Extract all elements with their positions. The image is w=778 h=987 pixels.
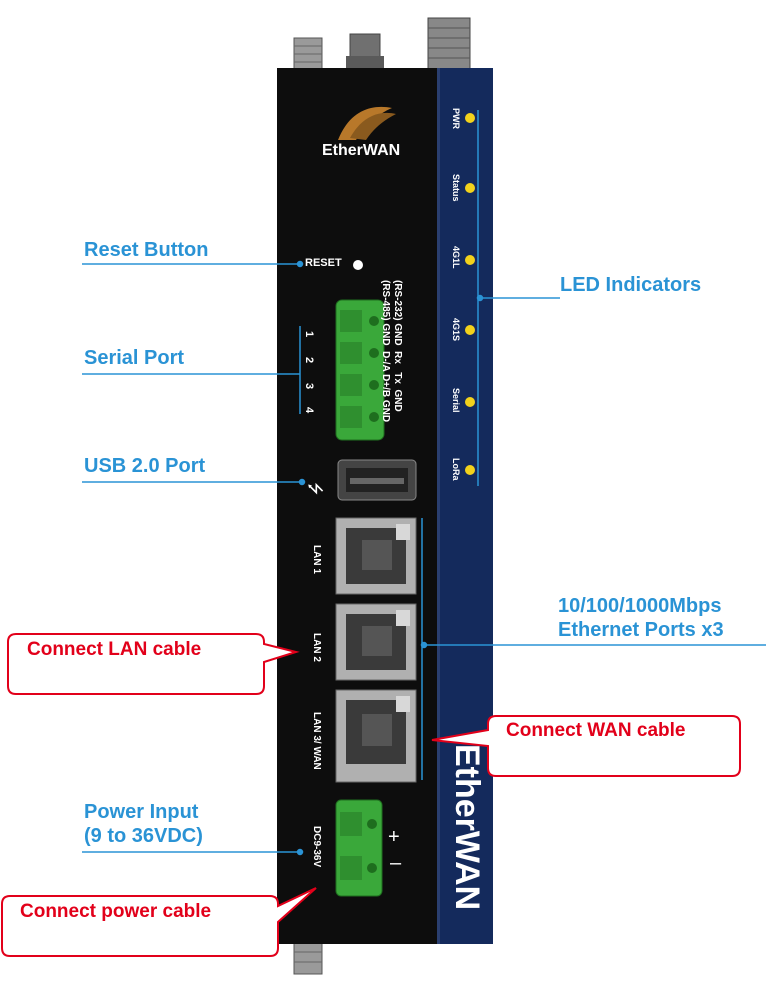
usb-port[interactable] [337, 459, 417, 501]
power-terminal-block[interactable] [335, 799, 383, 897]
ethernet-label-line-2: Ethernet Ports x3 [558, 619, 724, 641]
power-input-label-line-2: (9 to 36VDC) [84, 825, 203, 847]
led-label-pwr: PWR [451, 108, 461, 129]
usb-icon: ⭍ [306, 482, 325, 495]
led-label-lora: LoRa [451, 458, 461, 481]
led-status [465, 183, 475, 193]
usb-port-label: USB 2.0 Port [84, 455, 206, 477]
antenna-connector-middle [346, 33, 384, 71]
led-label-status: Status [451, 174, 461, 202]
pin-number-1: 1 [303, 330, 316, 338]
led-indicators-label: LED Indicators [560, 274, 702, 296]
pin-number-2: 2 [303, 356, 316, 364]
antenna-connector-left [293, 37, 323, 71]
serial-port-label: Serial Port [84, 347, 185, 369]
led-label-4g1s: 4G1S [451, 318, 461, 342]
power-input-label-line-1: Power Input [84, 801, 199, 823]
serial-header-1: (RS-232) GND Rx Tx GND [392, 280, 403, 412]
power-minus-label: – [390, 852, 402, 874]
lan-port-2[interactable] [335, 603, 417, 681]
power-plus-label: + [388, 826, 400, 848]
serial-header-2: (RS-485) GND D-/A D+/B GND [380, 280, 391, 423]
lan-2-label: LAN 2 [311, 633, 322, 662]
pin-number-4: 4 [303, 406, 316, 414]
connect-power-callout: Connect power cable [20, 901, 212, 922]
connect-wan-callout: Connect WAN cable [506, 720, 686, 741]
ethernet-label-line-1: 10/100/1000Mbps [558, 595, 722, 617]
led-4g1l [465, 255, 475, 265]
led-label-4g1l: 4G1L [451, 246, 461, 269]
led-pwr [465, 113, 475, 123]
lan-1-label: LAN 1 [311, 545, 322, 574]
led-label-serial: Serial [451, 388, 461, 413]
pin-number-3: 3 [303, 382, 316, 390]
serial-terminal-block [335, 299, 385, 441]
brand-logo-text: EtherWAN [322, 142, 401, 159]
wan-label: LAN 3/ WAN [311, 712, 322, 770]
reset-button-label: Reset Button [84, 239, 209, 261]
antenna-connector-bottom [293, 941, 323, 975]
led-lora [465, 465, 475, 475]
led-serial [465, 397, 475, 407]
lan-port-1[interactable] [335, 517, 417, 595]
led-4g1s [465, 325, 475, 335]
brand-side-text: EtherWAN [448, 744, 486, 911]
connect-lan-callout: Connect LAN cable [27, 639, 202, 660]
antenna-connector-right [427, 17, 471, 71]
power-label: DC9-36V [311, 826, 322, 868]
reset-label: RESET [305, 257, 342, 269]
wan-port[interactable] [335, 689, 417, 783]
reset-button[interactable] [353, 260, 363, 270]
